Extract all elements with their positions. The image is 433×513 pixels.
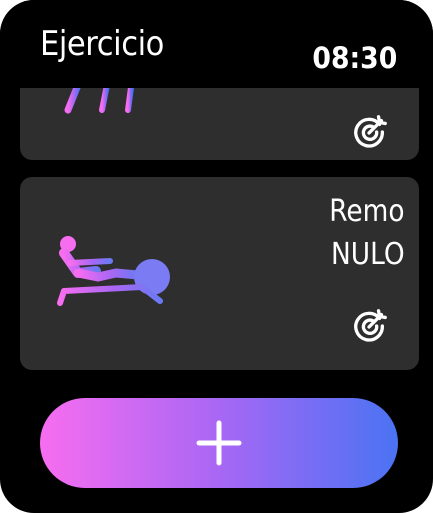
watch-screen: Ejercicio 08:30 Remo NULO — [0, 0, 433, 513]
page-title: Ejercicio — [40, 24, 164, 64]
target-icon — [354, 115, 387, 148]
exercise-status: NULO — [331, 237, 405, 272]
exercise-equipment-icon — [64, 80, 164, 114]
header: Ejercicio 08:30 — [0, 0, 433, 88]
rowing-machine-icon — [57, 236, 170, 306]
clock: 08:30 — [312, 41, 397, 75]
add-exercise-button[interactable] — [40, 398, 398, 488]
exercise-card-remo[interactable]: Remo NULO — [20, 177, 419, 370]
exercise-name: Remo — [329, 194, 405, 229]
plus-icon — [196, 420, 242, 466]
target-icon — [354, 309, 387, 342]
